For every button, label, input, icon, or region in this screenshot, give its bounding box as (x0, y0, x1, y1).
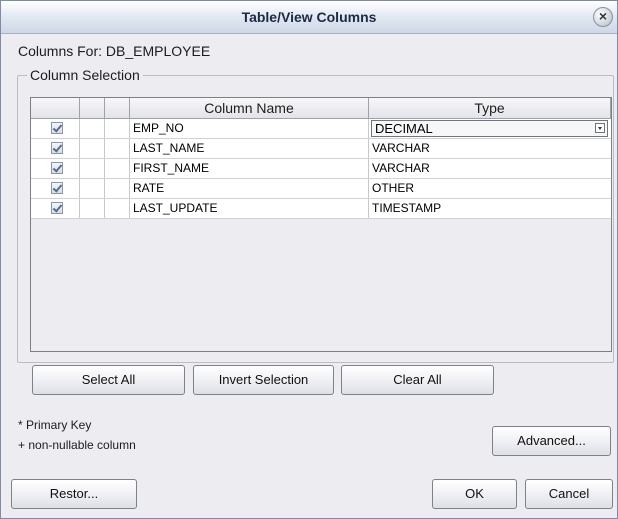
nullable-cell (105, 159, 130, 178)
non-nullable-note: + non-nullable column (18, 438, 136, 452)
select-cell[interactable] (31, 159, 80, 178)
table-row[interactable]: EMP_NO DECIMAL (31, 119, 611, 139)
select-cell[interactable] (31, 119, 80, 138)
cancel-button[interactable]: Cancel (525, 479, 613, 509)
header-nullable[interactable] (105, 98, 130, 119)
ok-button[interactable]: OK (432, 479, 517, 509)
table-row[interactable]: FIRST_NAME VARCHAR (31, 159, 611, 179)
select-cell[interactable] (31, 179, 80, 198)
primary-key-cell (80, 159, 105, 178)
type-cell[interactable]: OTHER (369, 179, 611, 198)
primary-key-cell (80, 179, 105, 198)
table-row[interactable]: LAST_UPDATE TIMESTAMP (31, 199, 611, 219)
header-type[interactable]: Type (369, 98, 611, 119)
table-row[interactable]: LAST_NAME VARCHAR (31, 139, 611, 159)
column-name-cell[interactable]: RATE (130, 179, 369, 198)
column-name-cell[interactable]: EMP_NO (130, 119, 369, 138)
type-select-value: DECIMAL (375, 121, 433, 136)
primary-key-note: * Primary Key (18, 418, 92, 432)
primary-key-cell (80, 119, 105, 138)
dialog-title: Table/View Columns (241, 9, 377, 25)
clear-all-button[interactable]: Clear All (341, 365, 494, 395)
column-name-cell[interactable]: LAST_NAME (130, 139, 369, 158)
advanced-button[interactable]: Advanced... (492, 426, 611, 456)
close-icon[interactable]: × (593, 7, 613, 27)
checkbox-checked-icon[interactable] (51, 182, 63, 194)
nullable-cell (105, 179, 130, 198)
select-all-button[interactable]: Select All (32, 365, 185, 395)
chevron-down-icon[interactable] (595, 123, 605, 133)
primary-key-cell (80, 139, 105, 158)
nullable-cell (105, 199, 130, 218)
type-select[interactable]: DECIMAL (371, 120, 608, 137)
invert-selection-button[interactable]: Invert Selection (193, 365, 334, 395)
select-cell[interactable] (31, 199, 80, 218)
checkbox-checked-icon[interactable] (51, 142, 63, 154)
type-cell[interactable]: VARCHAR (369, 159, 611, 178)
column-selection-legend: Column Selection (27, 67, 143, 83)
checkbox-checked-icon[interactable] (51, 162, 63, 174)
header-select[interactable] (31, 98, 80, 119)
header-column-name[interactable]: Column Name (130, 98, 369, 119)
checkbox-checked-icon[interactable] (51, 202, 63, 214)
select-cell[interactable] (31, 139, 80, 158)
nullable-cell (105, 119, 130, 138)
columns-table: Column Name Type EMP_NO DECIMAL LAST_NAM… (30, 97, 612, 352)
type-cell[interactable]: VARCHAR (369, 139, 611, 158)
columns-for-label: Columns For: DB_EMPLOYEE (18, 43, 211, 59)
title-bar[interactable]: Table/View Columns × (1, 1, 617, 34)
column-name-cell[interactable]: LAST_UPDATE (130, 199, 369, 218)
header-primary-key[interactable] (80, 98, 105, 119)
table-view-columns-dialog: Table/View Columns × Columns For: DB_EMP… (0, 0, 618, 519)
restore-button[interactable]: Restor... (11, 479, 137, 509)
table-row[interactable]: RATE OTHER (31, 179, 611, 199)
checkbox-checked-icon[interactable] (51, 122, 63, 134)
nullable-cell (105, 139, 130, 158)
column-name-cell[interactable]: FIRST_NAME (130, 159, 369, 178)
primary-key-cell (80, 199, 105, 218)
type-cell[interactable]: TIMESTAMP (369, 199, 611, 218)
